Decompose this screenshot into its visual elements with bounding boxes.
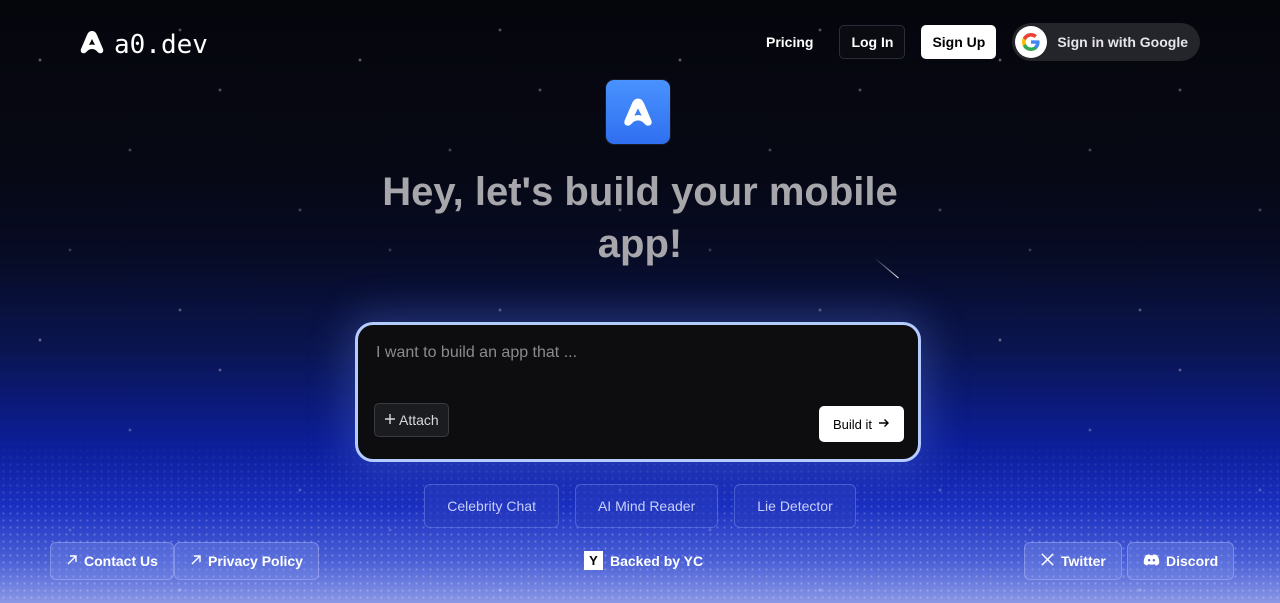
discord-label: Discord bbox=[1166, 553, 1219, 569]
suggestion-chip-ai-mind-reader[interactable]: AI Mind Reader bbox=[574, 484, 719, 528]
hero-title: Hey, let's build your mobile app! bbox=[340, 166, 940, 270]
attach-button[interactable]: Attach bbox=[374, 403, 449, 437]
yc-logo: Y bbox=[584, 551, 603, 570]
hero-title-line2: app! bbox=[597, 222, 683, 266]
brand-logo[interactable]: a0.dev bbox=[78, 28, 208, 61]
suggestion-chip-lie-detector[interactable]: Lie Detector bbox=[734, 484, 856, 528]
login-button[interactable]: Log In bbox=[839, 25, 906, 59]
brand-name: a0.dev bbox=[114, 29, 208, 60]
backed-by-yc-label: Backed by YC bbox=[610, 552, 704, 569]
signup-button[interactable]: Sign Up bbox=[921, 25, 997, 59]
hero-title-line1: Hey, let's build your mobile bbox=[382, 170, 898, 214]
contact-us-button[interactable]: Contact Us bbox=[50, 542, 174, 580]
discord-button[interactable]: Discord bbox=[1127, 542, 1235, 580]
attach-label: Attach bbox=[399, 412, 439, 428]
plus-icon bbox=[384, 412, 396, 428]
top-nav: Pricing Log In Sign Up Sign in with Goog… bbox=[756, 23, 1200, 61]
suggestion-chip-celebrity-chat[interactable]: Celebrity Chat bbox=[424, 484, 559, 528]
twitter-label: Twitter bbox=[1061, 553, 1106, 569]
privacy-policy-button[interactable]: Privacy Policy bbox=[174, 542, 319, 580]
arrow-up-right-icon bbox=[190, 553, 202, 569]
app-logo-icon bbox=[606, 80, 670, 144]
privacy-policy-label: Privacy Policy bbox=[208, 553, 303, 569]
prompt-box: Attach Build it bbox=[355, 322, 921, 462]
google-icon bbox=[1015, 26, 1048, 58]
google-signin-button[interactable]: Sign in with Google bbox=[1012, 23, 1200, 61]
twitter-button[interactable]: Twitter bbox=[1024, 542, 1122, 580]
a0-logo-icon bbox=[78, 28, 106, 61]
prompt-input[interactable] bbox=[374, 343, 898, 363]
build-button[interactable]: Build it bbox=[818, 406, 904, 442]
suggestion-chips: Celebrity Chat AI Mind Reader Lie Detect… bbox=[0, 484, 1280, 528]
discord-icon bbox=[1143, 553, 1160, 570]
pricing-link[interactable]: Pricing bbox=[756, 34, 823, 50]
build-label: Build it bbox=[832, 416, 872, 432]
contact-us-label: Contact Us bbox=[84, 553, 158, 569]
arrow-up-right-icon bbox=[66, 553, 78, 569]
google-signin-label: Sign in with Google bbox=[1057, 34, 1188, 50]
x-icon bbox=[1040, 552, 1055, 570]
arrow-right-icon bbox=[878, 417, 890, 432]
backed-by-yc: Y Backed by YC bbox=[584, 551, 703, 570]
